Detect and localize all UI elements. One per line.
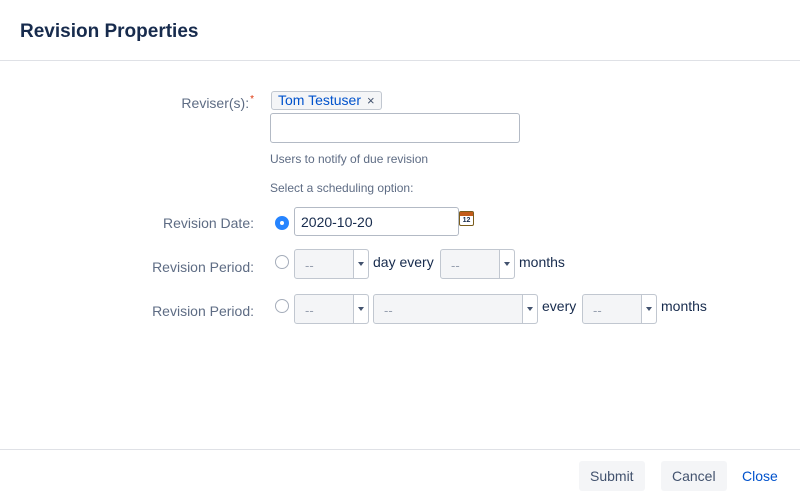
submit-button[interactable]: Submit [579,461,645,491]
chevron-down-icon [641,295,656,323]
months-select[interactable]: -- [582,294,657,324]
chevron-down-icon [353,295,368,323]
revision-period-label: Revision Period: [152,303,254,319]
revisers-label: Reviser(s):* [14,94,254,111]
chevron-down-icon [353,250,368,278]
months-text: months [661,298,707,314]
revision-date-label: Revision Date: [162,215,254,231]
dialog-header: Revision Properties [0,0,800,61]
dialog-title: Revision Properties [20,21,199,42]
scheduling-prompt: Select a scheduling option: [270,181,414,195]
weekday-select[interactable]: -- [373,294,538,324]
revisers-input[interactable] [270,113,520,143]
every-text: every [542,298,577,314]
revisers-help-text: Users to notify of due revision [270,152,429,166]
reviser-chip: Tom Testuser × [271,91,382,110]
ordinal-select[interactable]: -- [294,294,369,324]
months-select-value: -- [593,303,602,318]
close-link[interactable]: Close [742,468,778,484]
revision-period-weekday-radio[interactable] [275,299,289,313]
revision-date-input[interactable] [294,207,459,236]
calendar-icon[interactable]: 12 [459,211,474,226]
revision-period-day-radio[interactable] [275,255,289,269]
revision-period-label: Revision Period: [152,259,254,275]
chevron-down-icon [499,250,514,278]
ordinal-select-value: -- [305,303,314,318]
day-every-text: day every [373,254,434,270]
months-select-value: -- [451,258,460,273]
day-select-value: -- [305,258,314,273]
day-select[interactable]: -- [294,249,369,279]
reviser-chip-name: Tom Testuser [278,92,361,108]
remove-reviser-icon[interactable]: × [367,92,375,109]
chevron-down-icon [522,295,537,323]
required-marker: * [250,94,254,105]
weekday-select-value: -- [384,303,393,318]
revisers-label-text: Reviser(s): [181,95,250,111]
months-select[interactable]: -- [440,249,515,279]
revision-date-radio[interactable] [275,216,289,230]
months-text: months [519,254,565,270]
cancel-button[interactable]: Cancel [661,461,727,491]
